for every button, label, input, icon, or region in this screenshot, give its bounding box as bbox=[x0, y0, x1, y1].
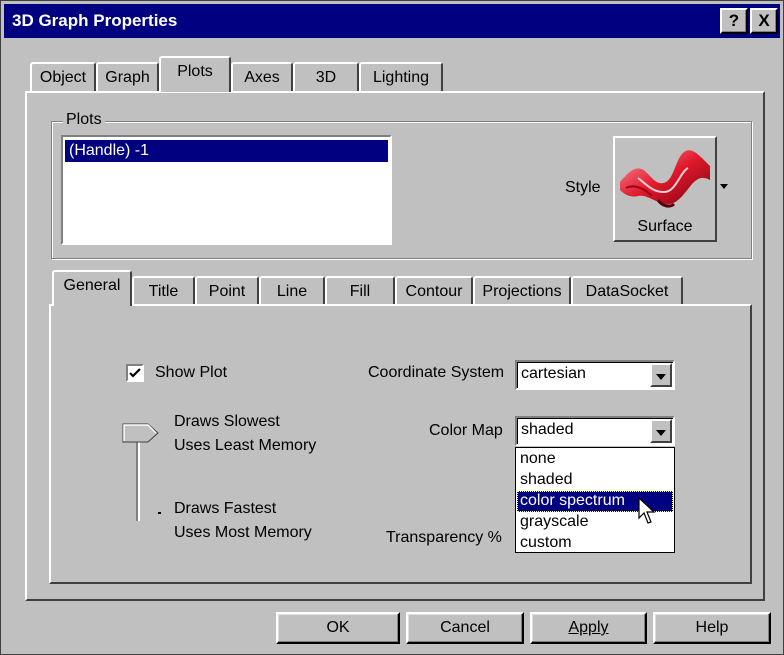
tab-line[interactable]: Line bbox=[259, 276, 325, 306]
tab-object[interactable]: Object bbox=[30, 62, 96, 92]
tab-datasocket[interactable]: DataSocket bbox=[571, 276, 683, 306]
ok-button[interactable]: OK bbox=[276, 612, 400, 644]
chevron-down-icon[interactable] bbox=[650, 363, 672, 387]
tab-lighting[interactable]: Lighting bbox=[359, 62, 443, 92]
close-icon[interactable]: X bbox=[750, 8, 778, 34]
tab-fill[interactable]: Fill bbox=[325, 276, 395, 306]
transparency-label: Transparency % bbox=[386, 529, 502, 546]
color-map-value: shaded bbox=[521, 421, 574, 438]
title-bar[interactable]: 3D Graph Properties ? X bbox=[4, 4, 780, 38]
slider-tick bbox=[158, 512, 161, 514]
chevron-down-icon[interactable] bbox=[650, 419, 672, 443]
tab-graph[interactable]: Graph bbox=[96, 62, 159, 92]
color-map-select[interactable]: shaded bbox=[515, 416, 675, 446]
tab-axes[interactable]: Axes bbox=[231, 62, 293, 92]
tab-title[interactable]: Title bbox=[132, 276, 195, 306]
slider-bottom-label-1: Draws Fastest bbox=[174, 500, 277, 517]
style-button[interactable]: Surface bbox=[613, 136, 717, 242]
window-title: 3D Graph Properties bbox=[12, 11, 178, 30]
quality-slider-thumb[interactable] bbox=[122, 423, 160, 443]
apply-button[interactable]: Apply bbox=[530, 612, 647, 644]
tab-contour[interactable]: Contour bbox=[395, 276, 473, 306]
help-button[interactable]: Help bbox=[653, 612, 771, 644]
help-icon[interactable]: ? bbox=[720, 8, 748, 34]
tab-3d[interactable]: 3D bbox=[293, 62, 359, 92]
tab-general[interactable]: General bbox=[52, 270, 132, 306]
plots-group-legend: Plots bbox=[63, 111, 105, 129]
coordinate-system-select[interactable]: cartesian bbox=[515, 360, 675, 390]
style-button-label: Surface bbox=[637, 218, 693, 235]
plots-list-item[interactable]: (Handle) -1 bbox=[65, 140, 388, 162]
color-map-label: Color Map bbox=[429, 422, 503, 439]
tab-plots[interactable]: Plots bbox=[159, 56, 231, 92]
show-plot-label: Show Plot bbox=[155, 364, 228, 381]
quality-slider-track[interactable] bbox=[136, 433, 140, 521]
plots-listbox[interactable]: (Handle) -1 bbox=[61, 135, 392, 245]
coordinate-system-label: Coordinate System bbox=[368, 364, 505, 381]
slider-top-label-2: Uses Least Memory bbox=[174, 437, 317, 454]
show-plot-checkbox[interactable] bbox=[126, 364, 144, 382]
color-map-option-none[interactable]: none bbox=[517, 449, 673, 470]
check-icon bbox=[129, 368, 141, 378]
tab-point[interactable]: Point bbox=[195, 276, 259, 306]
dialog-window: 3D Graph Properties ? X Object Graph Plo… bbox=[0, 0, 784, 655]
coordinate-system-value: cartesian bbox=[521, 365, 586, 382]
surface-plot-icon bbox=[620, 150, 710, 208]
slider-top-label-1: Draws Slowest bbox=[174, 413, 280, 430]
cancel-button[interactable]: Cancel bbox=[406, 612, 524, 644]
style-label: Style bbox=[565, 179, 601, 196]
slider-bottom-label-2: Uses Most Memory bbox=[174, 524, 312, 541]
mouse-cursor-icon bbox=[638, 497, 656, 524]
color-map-option-shaded[interactable]: shaded bbox=[517, 470, 673, 491]
tab-projections[interactable]: Projections bbox=[473, 276, 571, 306]
color-map-option-custom[interactable]: custom bbox=[517, 533, 673, 554]
style-dropdown-arrow[interactable] bbox=[718, 136, 733, 242]
